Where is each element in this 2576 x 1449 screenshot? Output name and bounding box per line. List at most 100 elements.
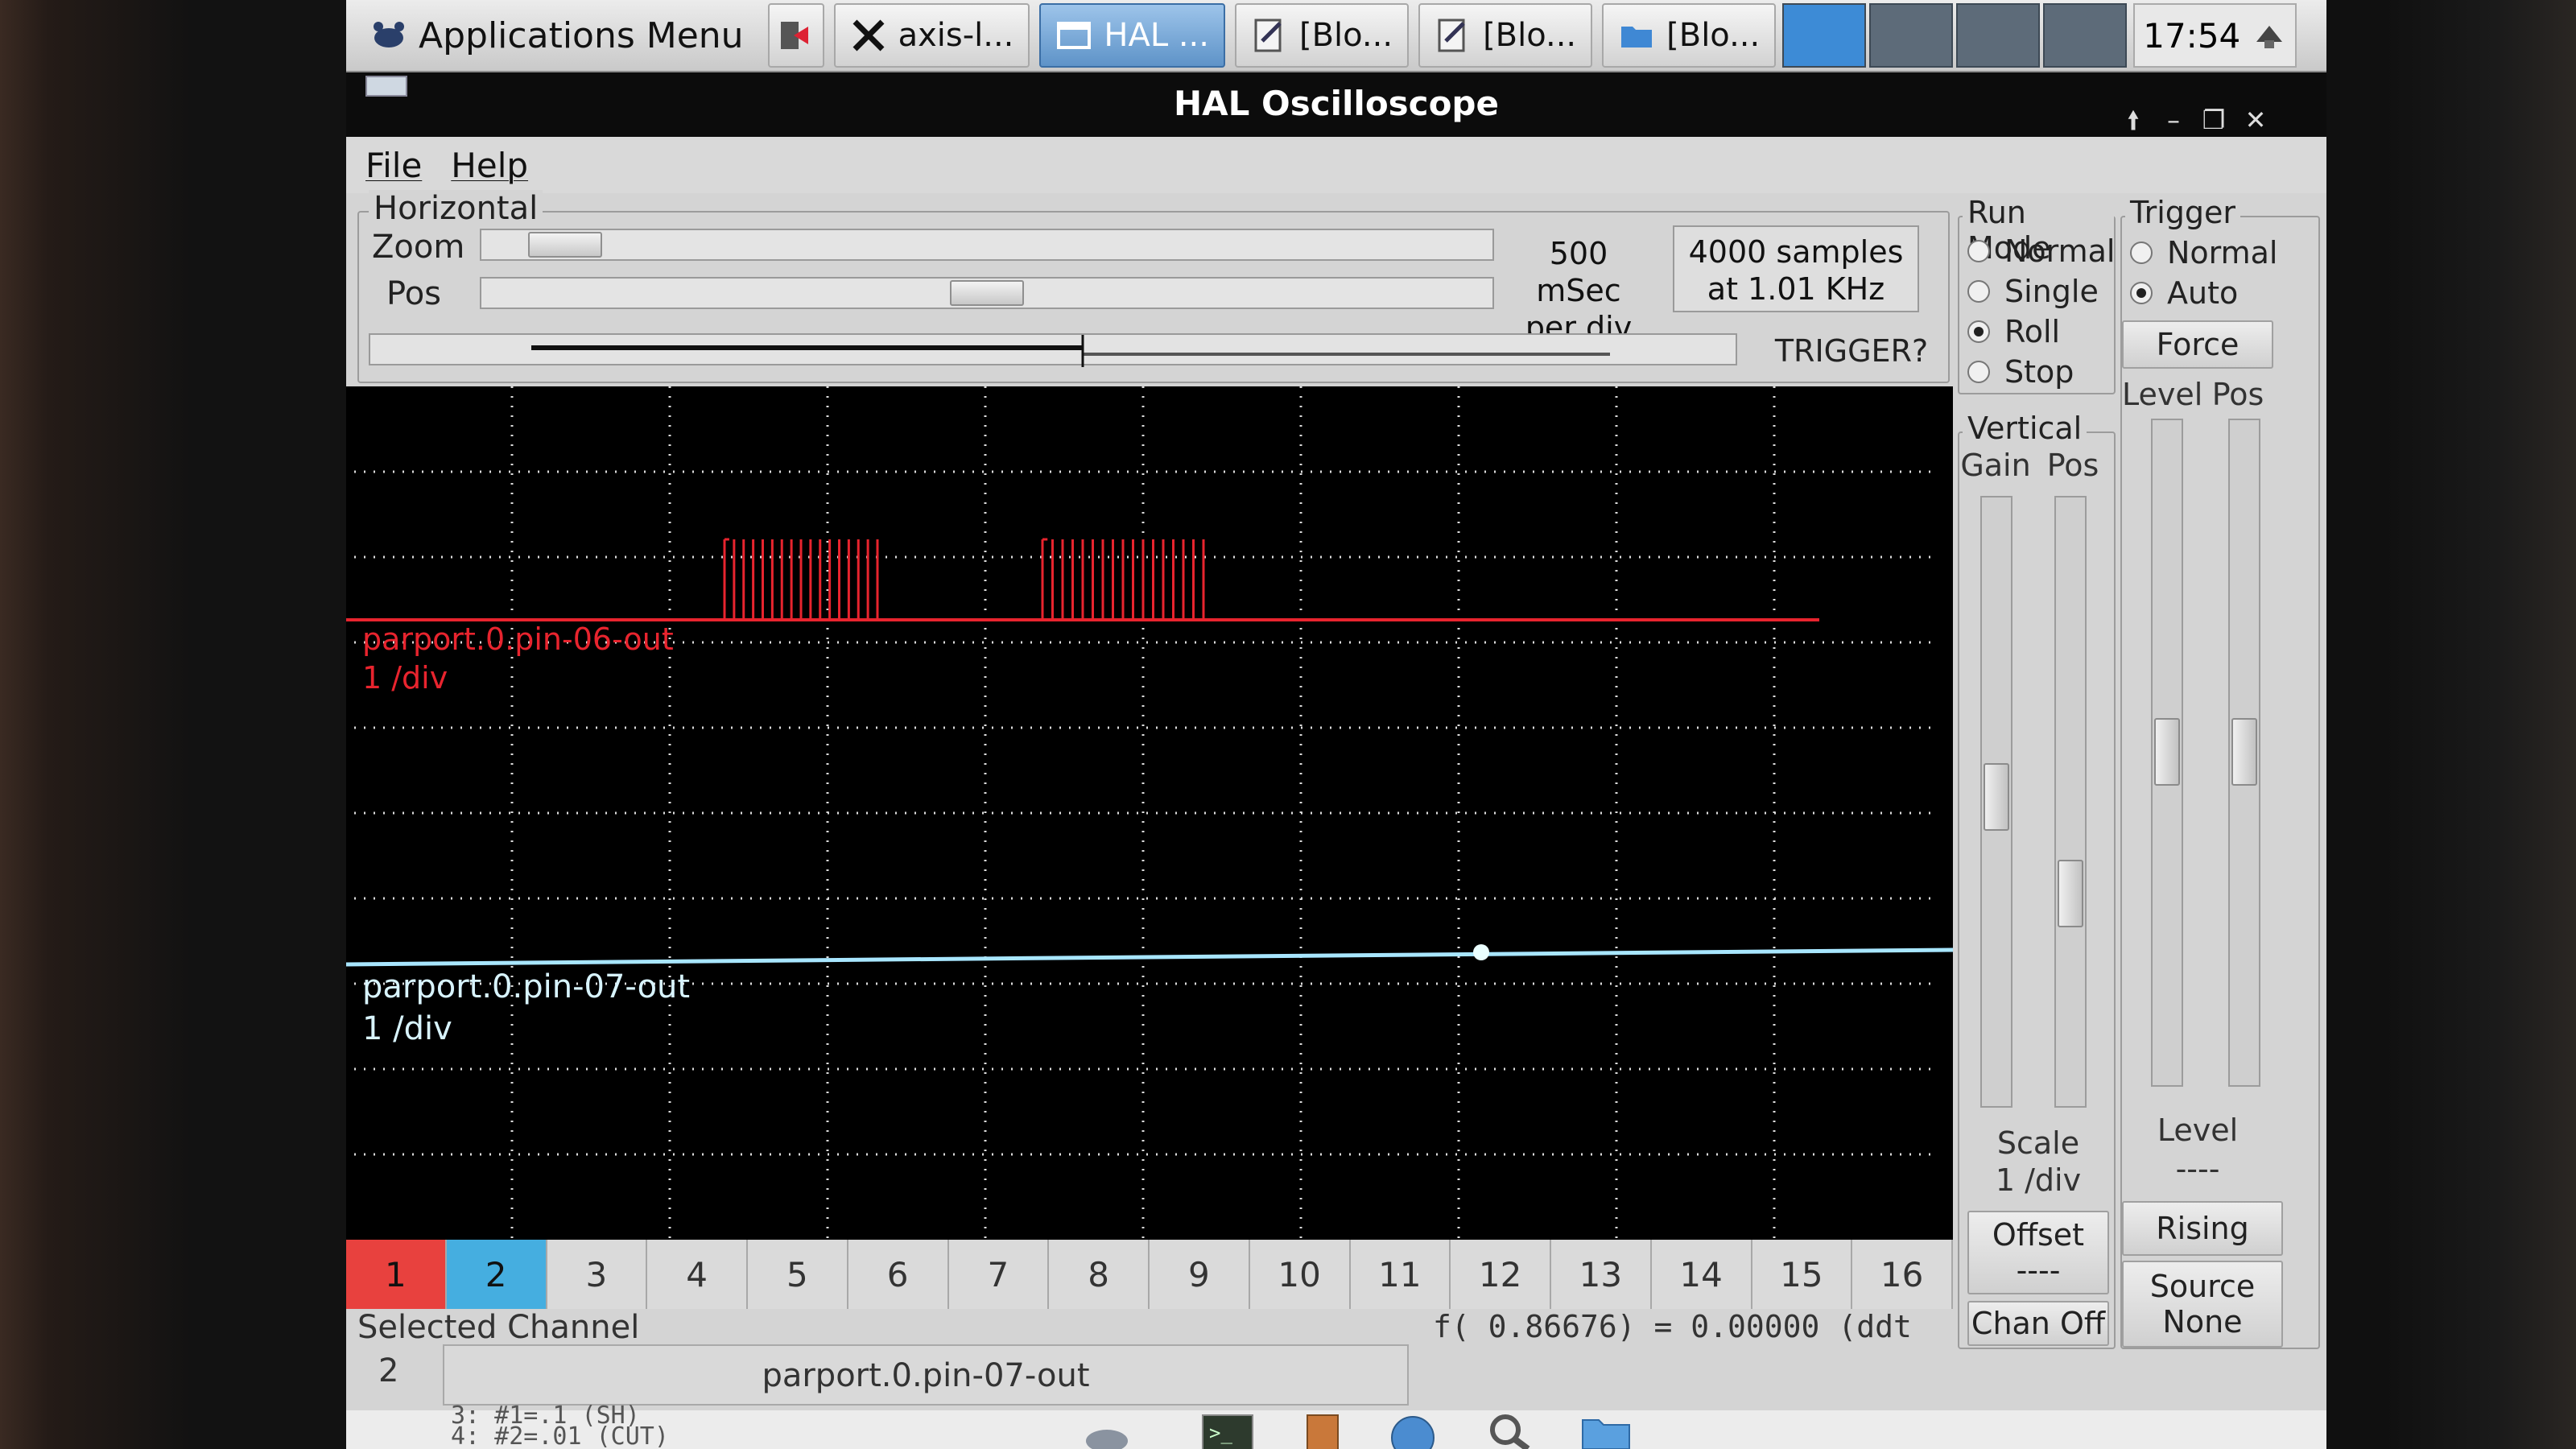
window-icon (1055, 17, 1092, 54)
trigger-auto[interactable]: Auto (2130, 275, 2238, 311)
chan-off-button[interactable]: Chan Off (1967, 1301, 2109, 1346)
channel-tab-7[interactable]: 7 (948, 1240, 1050, 1309)
trigger-source-button[interactable]: Source None (2122, 1261, 2283, 1348)
dock-terminal-icon[interactable]: >_ (1199, 1412, 1256, 1449)
task-label: HAL ... (1104, 17, 1209, 54)
run-mode-normal[interactable]: Normal (1967, 233, 2116, 269)
screen: Applications Menu axis-l... HAL ... [Blo… (346, 0, 2326, 1449)
editor-icon (1435, 17, 1472, 54)
sample-count: 4000 samples (1688, 234, 1904, 270)
sample-rate: at 1.01 KHz (1707, 271, 1885, 307)
desktop-bottom-area: 3: #1=.1 (SH) 4: #2=.01 (CUT) >_ (346, 1404, 2326, 1449)
run-mode-single[interactable]: Single (1967, 274, 2099, 309)
trigger-edge-button[interactable]: Rising (2122, 1201, 2283, 1256)
menu-help[interactable]: Help (451, 146, 528, 185)
zoom-slider[interactable] (480, 229, 1494, 261)
clock[interactable]: 17:54 (2133, 3, 2297, 68)
channel2-label: parport.0.pin-07-out 1 /div (362, 966, 690, 1050)
scale-title: Scale (1996, 1125, 2080, 1161)
trigger-level-thumb[interactable] (2154, 718, 2180, 786)
trigger-pos-thumb[interactable] (2231, 718, 2257, 786)
close-button[interactable]: ✕ (2240, 107, 2272, 135)
channel-tabs: 1 2 3 4 5 6 7 8 9 10 11 12 13 14 15 16 (346, 1240, 1953, 1309)
channel-tab-15[interactable]: 15 (1752, 1240, 1853, 1309)
network-icon[interactable] (2252, 18, 2287, 53)
channel-tab-2[interactable]: 2 (446, 1240, 547, 1309)
channel-tab-8[interactable]: 8 (1049, 1240, 1150, 1309)
dock-folder-icon[interactable] (1578, 1412, 1634, 1449)
trigger-level-slider[interactable] (2151, 419, 2183, 1087)
force-button[interactable]: Force (2122, 320, 2273, 369)
task-label: [Blo... (1483, 17, 1577, 54)
trigger-normal[interactable]: Normal (2130, 235, 2278, 270)
channel-tab-12[interactable]: 12 (1451, 1240, 1551, 1309)
terminal-line-2: 4: #2=.01 (CUT) (451, 1422, 669, 1449)
trigger-level-slider-label: Level (2122, 377, 2203, 412)
channel-tab-9[interactable]: 9 (1150, 1240, 1250, 1309)
channel-tab-13[interactable]: 13 (1551, 1240, 1652, 1309)
logout-button[interactable] (767, 3, 824, 68)
x-app-icon (850, 17, 887, 54)
trigger-pos-slider[interactable] (2228, 419, 2260, 1087)
radio-trigger-normal[interactable] (2130, 242, 2153, 264)
trigger-status: TRIGGER? (1774, 333, 1929, 369)
radio-single[interactable] (1967, 280, 1990, 303)
vertical-pos-slider[interactable] (2054, 496, 2087, 1108)
channel-tab-6[interactable]: 6 (848, 1240, 949, 1309)
run-mode-stop[interactable]: Stop (1967, 354, 2074, 390)
shade-button[interactable]: 🠙 (2117, 107, 2149, 135)
radio-roll[interactable] (1967, 320, 1990, 343)
position-slider-thumb[interactable] (950, 280, 1024, 306)
channel-tab-1[interactable]: 1 (346, 1240, 447, 1309)
channel-tab-4[interactable]: 4 (647, 1240, 748, 1309)
task-hal-oscilloscope[interactable]: HAL ... (1039, 3, 1225, 68)
radio-normal[interactable] (1967, 240, 1990, 262)
radio-stop[interactable] (1967, 361, 1990, 383)
channel-tab-16[interactable]: 16 (1852, 1240, 1953, 1309)
run-mode-roll-label: Roll (2004, 314, 2061, 349)
sample-info-box[interactable]: 4000 samples at 1.01 KHz (1673, 225, 1919, 312)
scope-display[interactable]: parport.0.pin-06-out 1 /div parport.0.pi… (346, 386, 1953, 1240)
workspace-4[interactable] (2043, 3, 2128, 68)
scope-canvas (346, 386, 1953, 1240)
xfce-mouse-icon (370, 17, 407, 54)
minimize-button[interactable]: – (2157, 107, 2190, 135)
vertical-gain-thumb[interactable] (1984, 763, 2009, 831)
dock-search-icon[interactable] (1481, 1412, 1538, 1449)
workspace-3[interactable] (1956, 3, 2041, 68)
gain-label: Gain (1960, 448, 2031, 483)
zoom-slider-thumb[interactable] (528, 232, 603, 258)
dock-files-icon[interactable] (1296, 1412, 1352, 1449)
offset-title: Offset (1992, 1217, 2085, 1253)
dock-home-icon[interactable] (1079, 1412, 1135, 1449)
workspace-1[interactable] (1782, 3, 1867, 68)
channel-tab-5[interactable]: 5 (748, 1240, 848, 1309)
task-axis[interactable]: axis-l... (833, 3, 1030, 68)
radio-trigger-auto[interactable] (2130, 282, 2153, 304)
channel-tab-3[interactable]: 3 (547, 1240, 648, 1309)
menu-file[interactable]: File (365, 146, 422, 185)
channel-tab-10[interactable]: 10 (1249, 1240, 1351, 1309)
task-blo-3[interactable]: [Blo... (1602, 3, 1777, 68)
workspace-2[interactable] (1869, 3, 1954, 68)
folder-icon (1618, 17, 1655, 54)
channel1-name: parport.0.pin-06-out (362, 621, 674, 657)
offset-value: ---- (2016, 1253, 2061, 1288)
offset-button[interactable]: Offset ---- (1967, 1211, 2109, 1294)
channel-tab-14[interactable]: 14 (1651, 1240, 1752, 1309)
svg-text:>_: >_ (1209, 1422, 1232, 1444)
run-mode-roll[interactable]: Roll (1967, 314, 2060, 349)
position-slider[interactable] (480, 277, 1494, 309)
channel-tab-11[interactable]: 11 (1350, 1240, 1451, 1309)
vertical-pos-thumb[interactable] (2058, 860, 2083, 927)
vertical-gain-slider[interactable] (1980, 496, 2013, 1108)
task-label: [Blo... (1666, 17, 1761, 54)
task-blo-2[interactable]: [Blo... (1418, 3, 1593, 68)
task-blo-1[interactable]: [Blo... (1234, 3, 1410, 68)
selected-channel-name-button[interactable]: parport.0.pin-07-out (443, 1344, 1409, 1406)
maximize-button[interactable]: ❐ (2198, 107, 2230, 135)
logout-icon (778, 17, 815, 54)
zoom-label: Zoom (372, 229, 465, 266)
dock-browser-icon[interactable] (1385, 1412, 1441, 1449)
applications-menu-button[interactable]: Applications Menu (351, 3, 758, 68)
